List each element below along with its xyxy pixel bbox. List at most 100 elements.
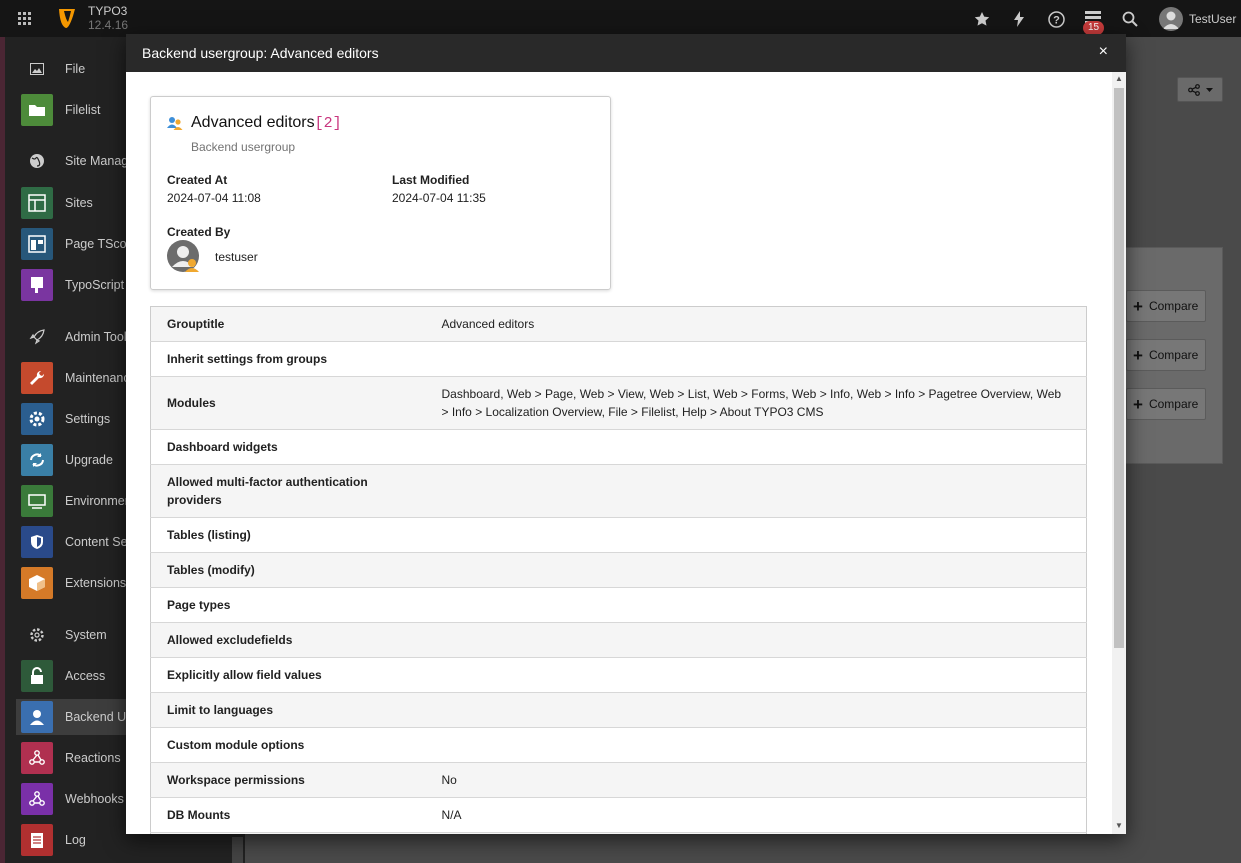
info-modal: Backend usergroup: Advanced editors × Ad…: [126, 34, 1126, 834]
rocket-icon: [21, 321, 53, 353]
plus-icon: +: [1133, 345, 1143, 365]
bolt-icon[interactable]: [1009, 9, 1029, 29]
refresh-icon: [21, 444, 53, 476]
property-key: Limit to languages: [150, 692, 426, 728]
property-value: N/A: [425, 797, 1087, 833]
property-key: Allowed multi-factor authentication prov…: [150, 464, 426, 518]
property-key: Allowed excludefields: [150, 622, 426, 658]
user-icon: [21, 701, 53, 733]
gear-icon: [21, 403, 53, 435]
property-value: [425, 429, 1087, 465]
property-key: Tables (modify): [150, 552, 426, 588]
webhook-icon: [21, 742, 53, 774]
table-row: Page types: [150, 587, 1087, 623]
record-title: Advanced editors: [191, 114, 315, 131]
sidebar-item-label: Site Manag: [65, 154, 129, 168]
created-by-label: Created By: [167, 225, 231, 239]
close-icon[interactable]: ×: [1099, 43, 1108, 61]
shield-icon: [21, 526, 53, 558]
compare-label: Compare: [1148, 299, 1199, 313]
sites-icon: [21, 187, 53, 219]
scroll-down-icon[interactable]: ▼: [1115, 822, 1123, 830]
image-icon: [21, 53, 53, 85]
property-key: Modules: [150, 376, 426, 430]
typoscript-icon: [21, 269, 53, 301]
last-modified-value: 2024-07-04 11:35: [392, 191, 486, 205]
record-type: Backend usergroup: [191, 140, 296, 154]
compare-button[interactable]: + Compare: [1126, 290, 1206, 322]
brand-version: 12.4.16: [88, 18, 129, 32]
star-icon[interactable]: [972, 9, 992, 29]
property-value: [425, 464, 1087, 518]
table-row: Workspace permissions No: [150, 762, 1087, 798]
compare-label: Compare: [1148, 397, 1199, 411]
property-key: File Mounts: [150, 832, 426, 834]
scroll-up-icon[interactable]: ▲: [1115, 75, 1123, 83]
modal-body: Advanced editors[2] Backend usergroup Cr…: [126, 72, 1112, 834]
sidebar-item-label: Sites: [65, 196, 93, 210]
sidebar-item-label: Maintenanc: [65, 371, 130, 385]
property-value: [425, 727, 1087, 763]
brand: TYPO3 12.4.16: [88, 4, 128, 32]
scrollbar-thumb[interactable]: [1114, 88, 1124, 648]
property-value: [425, 622, 1087, 658]
table-row: File Mounts: [150, 832, 1087, 834]
table-row: Allowed excludefields: [150, 622, 1087, 658]
layout-icon: [21, 228, 53, 260]
sidebar-item-label: Filelist: [65, 103, 101, 117]
table-row: DB Mounts N/A: [150, 797, 1087, 833]
log-icon: [21, 824, 53, 856]
compare-button[interactable]: + Compare: [1126, 339, 1206, 371]
wrench-icon: [21, 362, 53, 394]
folder-icon: [21, 94, 53, 126]
table-row: Limit to languages: [150, 692, 1087, 728]
help-icon[interactable]: ?: [1046, 9, 1066, 29]
compare-label: Compare: [1148, 348, 1199, 362]
property-key: Workspace permissions: [150, 762, 426, 798]
cog-icon: [21, 619, 53, 651]
user-avatar-icon: [1159, 7, 1183, 31]
sidebar-item-label: Backend Us: [65, 710, 133, 724]
created-by-value: testuser: [215, 250, 258, 264]
user-menu[interactable]: TestUser: [1159, 7, 1236, 31]
table-row: Inherit settings from groups: [150, 341, 1087, 377]
environment-icon: [21, 485, 53, 517]
table-row: Allowed multi-factor authentication prov…: [150, 464, 1087, 518]
table-row: Dashboard widgets: [150, 429, 1087, 465]
sidebar-item-label: Upgrade: [65, 453, 113, 467]
compare-button[interactable]: + Compare: [1126, 388, 1206, 420]
record-card: Advanced editors[2] Backend usergroup Cr…: [150, 96, 611, 290]
caret-down-icon: [1205, 87, 1213, 92]
typo3-logo-icon[interactable]: [56, 6, 78, 30]
sidebar-item-label: Reactions: [65, 751, 121, 765]
sidebar-edge: [0, 37, 5, 863]
brand-name: TYPO3: [88, 4, 128, 18]
sidebar-item-label: Environmen: [65, 494, 132, 508]
sidebar-item-label: Settings: [65, 412, 111, 426]
sidebar-scrollbar[interactable]: [232, 837, 243, 863]
property-value: Advanced editors: [425, 306, 1087, 342]
properties-table: Grouptitle Advanced editors Inherit settin…: [150, 306, 1087, 834]
sidebar-item-label: Admin Tools: [65, 330, 133, 344]
sidebar-item-label: File: [65, 62, 86, 76]
search-icon[interactable]: [1120, 9, 1140, 29]
plus-icon: +: [1133, 296, 1143, 316]
record-title-line: Advanced editors[2]: [191, 114, 342, 132]
sidebar-item-label: Extensions: [65, 576, 127, 590]
modal-scrollbar[interactable]: ▲ ▼: [1112, 72, 1126, 834]
table-row: Tables (modify): [150, 552, 1087, 588]
box-icon: [21, 567, 53, 599]
property-key: Dashboard widgets: [150, 429, 426, 465]
property-value: [425, 517, 1087, 553]
topbar: TYPO3 12.4.16 ? 15 TestUser: [0, 0, 1241, 37]
property-key: Custom module options: [150, 727, 426, 763]
property-value: [425, 341, 1087, 377]
sidebar-item-label: System: [65, 628, 107, 642]
plus-icon: +: [1133, 394, 1143, 414]
apps-icon[interactable]: [0, 0, 50, 37]
created-at-label: Created At: [167, 173, 228, 187]
property-key: Tables (listing): [150, 517, 426, 553]
property-key: DB Mounts: [150, 797, 426, 833]
last-modified-label: Last Modified: [392, 173, 470, 187]
share-button[interactable]: [1177, 77, 1223, 102]
